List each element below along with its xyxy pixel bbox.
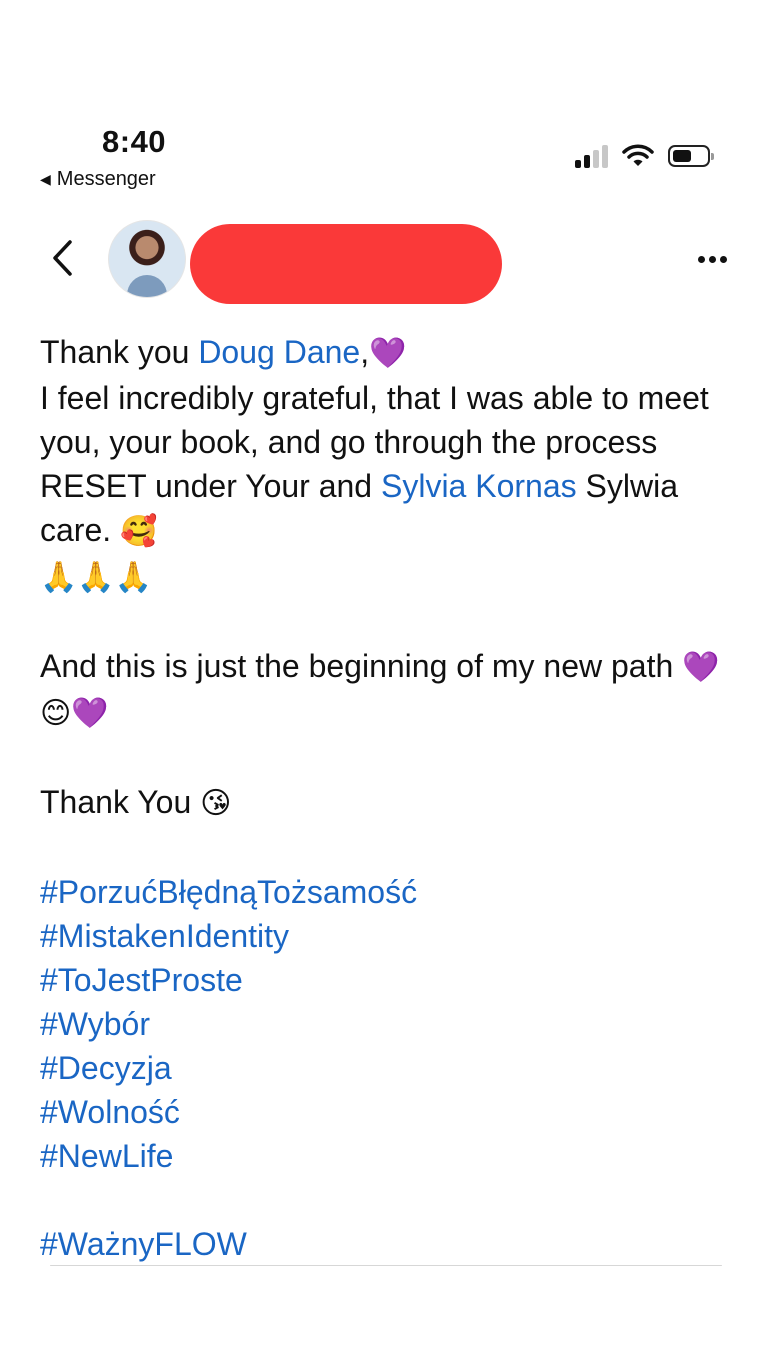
back-to-messenger-link[interactable]: ◀ Messenger [40,168,156,191]
more-options-button[interactable] [692,246,732,272]
cellular-signal-icon [575,144,608,168]
back-app-label: Messenger [56,168,156,190]
post-text: Thank you [40,334,199,370]
post-text: , [360,334,370,370]
chevron-left-icon [53,240,72,276]
hashtag-link[interactable]: #MistakenIdentity [40,914,730,958]
hashtag-link[interactable]: #Wybór [40,1002,730,1046]
post-paragraph: Thank you Doug Dane,💜 I feel incredibly g… [40,330,730,600]
divider [50,1265,722,1266]
back-chevron-button[interactable] [42,236,82,280]
status-icons [575,144,714,168]
prayer-hands-emoji: 🙏🙏🙏 [40,560,153,595]
post-paragraph: Thank You 😘 [40,780,730,826]
more-dot-icon [719,255,727,263]
more-dot-icon [697,255,705,263]
post-body: Thank you Doug Dane,💜 I feel incredibly g… [40,330,730,1266]
avatar[interactable] [108,220,186,298]
battery-icon [668,145,714,167]
hashtag-link[interactable]: #Decyzja [40,1046,730,1090]
hashtag-link[interactable]: #ToJestProste [40,958,730,1002]
mention-link[interactable]: Sylvia Kornas [381,468,577,504]
redacted-name [190,224,502,304]
post-text: Thank You [40,784,201,820]
hashtag-link[interactable]: #WażnyFLOW [40,1222,730,1266]
purple-heart-emoji: 💜 [369,336,407,371]
status-time: 8:40 [102,124,167,159]
hashtag-list: #PorzućBłędnąTożsamość #MistakenIdentity… [40,870,730,1178]
wifi-icon [622,144,654,166]
hashtag-link[interactable]: #Wolność [40,1090,730,1134]
more-dot-icon [708,255,716,263]
mention-link[interactable]: Doug Dane [198,334,360,370]
smiling-hearts-emoji: 🥰 [120,514,158,549]
post-text: And this is just the beginning of my new… [40,648,683,684]
hashtag-link[interactable]: #PorzućBłędnąTożsamość [40,870,730,914]
post-paragraph: And this is just the beginning of my new… [40,644,730,736]
kiss-emoji: 😘 [200,786,232,821]
back-triangle-icon: ◀ [40,171,51,187]
hashtag-link[interactable]: #NewLife [40,1134,730,1178]
